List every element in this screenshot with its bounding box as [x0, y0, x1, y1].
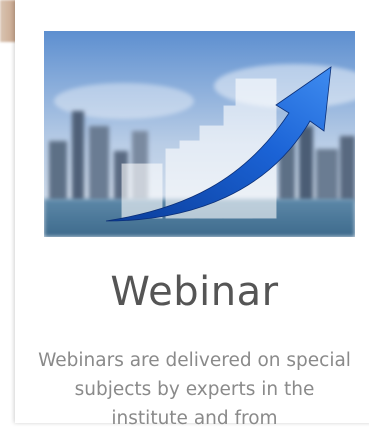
webinar-card[interactable]: Webinar Webinars are delivered on specia… — [15, 0, 369, 429]
card-description: Webinars are delivered on special subjec… — [38, 350, 351, 429]
webinar-image — [44, 31, 355, 237]
card-title: Webinar — [110, 269, 279, 315]
